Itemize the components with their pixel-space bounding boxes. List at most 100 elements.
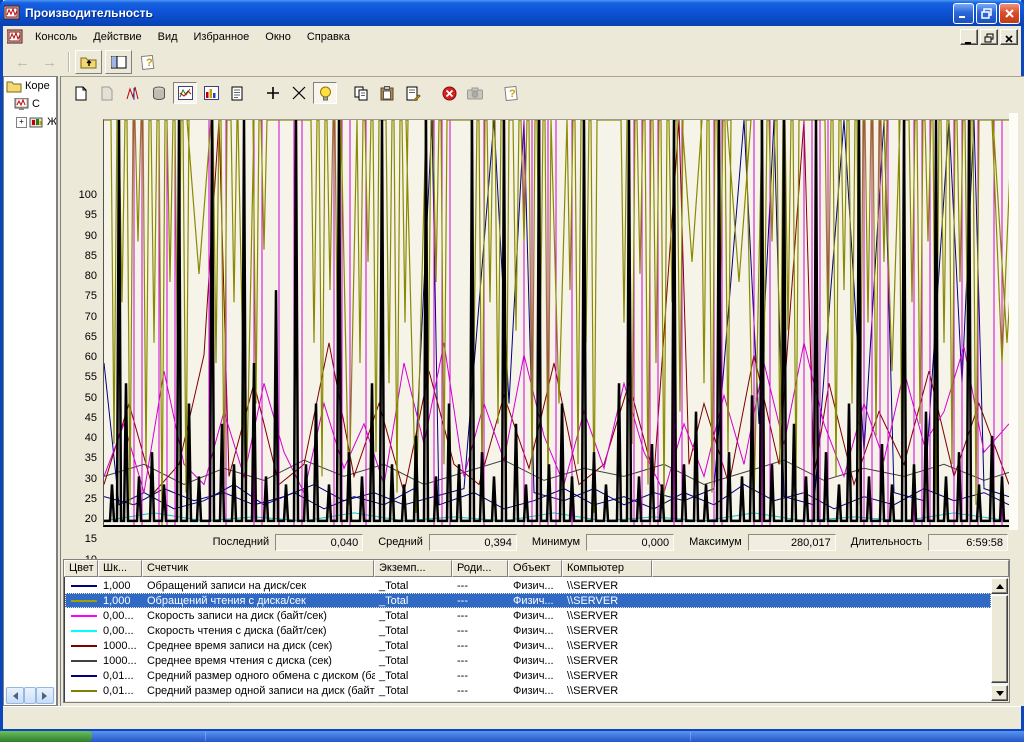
tree-scroll-thumb[interactable] bbox=[24, 687, 36, 704]
mdi-restore-button[interactable] bbox=[980, 29, 998, 45]
scale-cell: 1000... bbox=[99, 640, 143, 652]
counter-row-3[interactable]: 0,00...Скорость записи на диск (байт/сек… bbox=[65, 608, 991, 623]
menu-item-3[interactable]: Вид bbox=[150, 28, 186, 46]
system-monitor-pane: ? 10095908580757065605550454035302520151… bbox=[61, 76, 1024, 706]
y-tick-label: 25 bbox=[63, 493, 97, 505]
legend-column-6[interactable]: Объект bbox=[508, 560, 562, 577]
mdi-window-controls bbox=[960, 29, 1021, 45]
counter-row-6[interactable]: 1000...Среднее время чтения с диска (сек… bbox=[65, 653, 991, 668]
scroll-down-icon[interactable] bbox=[991, 685, 1008, 701]
help-icon[interactable]: ? bbox=[135, 50, 162, 74]
legend-scroll-thumb[interactable] bbox=[991, 595, 1008, 683]
computer-cell: \\SERVER bbox=[563, 595, 653, 607]
instance-cell: _Total bbox=[375, 625, 453, 637]
console-body: КореС+Ж ? 100959085807570656055504540353… bbox=[3, 76, 1021, 706]
paste-counter-icon[interactable] bbox=[375, 82, 399, 104]
menu-item-4[interactable]: Избранное bbox=[186, 28, 258, 46]
counter-row-8[interactable]: 0,01...Средний размер одной записи на ди… bbox=[65, 683, 991, 698]
sysmon-icon bbox=[14, 98, 29, 111]
copy-properties-icon[interactable] bbox=[349, 82, 373, 104]
console-tree-toggle-icon[interactable] bbox=[105, 50, 132, 74]
computer-cell: \\SERVER bbox=[563, 580, 653, 592]
counter-color-swatch bbox=[71, 690, 97, 692]
view-histogram-icon[interactable] bbox=[199, 82, 223, 104]
scale-cell: 0,00... bbox=[99, 610, 143, 622]
scale-cell: 0,00... bbox=[99, 625, 143, 637]
up-folder-icon[interactable] bbox=[75, 50, 102, 74]
menu-items: КонсольДействиеВидИзбранноеОкноСправка bbox=[27, 28, 358, 46]
legend-column-7[interactable]: Компьютер bbox=[562, 560, 652, 577]
object-cell: Физич... bbox=[509, 595, 563, 607]
counter-row-2[interactable]: 1,000Обращений чтения с диска/сек_Total-… bbox=[65, 593, 991, 608]
y-tick-label: 65 bbox=[63, 331, 97, 343]
properties-icon[interactable] bbox=[401, 82, 425, 104]
current-activity-icon[interactable] bbox=[121, 82, 145, 104]
plot-right-margin bbox=[1009, 113, 1018, 530]
legend-column-4[interactable]: Экземп... bbox=[374, 560, 452, 577]
tree-item-1[interactable]: Коре bbox=[4, 77, 56, 95]
counter-color-swatch bbox=[71, 660, 97, 662]
console-icon bbox=[7, 29, 23, 45]
instance-cell: _Total bbox=[375, 640, 453, 652]
computer-cell: \\SERVER bbox=[563, 655, 653, 667]
log-data-icon[interactable] bbox=[147, 82, 171, 104]
color-cell bbox=[65, 585, 99, 587]
view-report-icon[interactable] bbox=[225, 82, 249, 104]
mdi-minimize-button[interactable] bbox=[960, 29, 978, 45]
tree-item-label: С bbox=[32, 98, 40, 110]
close-button[interactable] bbox=[999, 3, 1020, 24]
scroll-right-icon[interactable] bbox=[36, 687, 54, 704]
highlight-icon[interactable] bbox=[313, 82, 337, 104]
legend-column-5[interactable]: Роди... bbox=[452, 560, 508, 577]
menu-item-1[interactable]: Консоль bbox=[27, 28, 85, 46]
delete-counter-icon[interactable] bbox=[287, 82, 311, 104]
scale-cell: 0,01... bbox=[99, 685, 143, 697]
menu-item-6[interactable]: Справка bbox=[299, 28, 358, 46]
scale-cell: 0,01... bbox=[99, 670, 143, 682]
scroll-left-icon[interactable] bbox=[6, 687, 24, 704]
tree-horizontal-scrollbar[interactable] bbox=[5, 687, 55, 704]
back-icon[interactable]: ← bbox=[9, 54, 36, 71]
object-cell: Физич... bbox=[509, 640, 563, 652]
counter-row-1[interactable]: 1,000Обращений записи на диск/сек_Total-… bbox=[65, 578, 991, 593]
legend-vertical-scrollbar[interactable] bbox=[991, 578, 1008, 701]
counter-color-swatch bbox=[71, 585, 97, 587]
clear-display-icon[interactable] bbox=[95, 82, 119, 104]
counter-row-5[interactable]: 1000...Среднее время записи на диск (сек… bbox=[65, 638, 991, 653]
counter-row-4[interactable]: 0,00...Скорость чтения с диска (байт/сек… bbox=[65, 623, 991, 638]
menu-item-5[interactable]: Окно bbox=[257, 28, 299, 46]
new-counter-set-icon[interactable] bbox=[69, 82, 93, 104]
legend-column-3[interactable]: Счетчик bbox=[142, 560, 374, 577]
legend-column-2[interactable]: Шк... bbox=[98, 560, 142, 577]
taskbar-separator bbox=[690, 732, 691, 741]
add-counters-icon[interactable] bbox=[261, 82, 285, 104]
object-cell: Физич... bbox=[509, 580, 563, 592]
tree-item-2[interactable]: С bbox=[4, 95, 56, 113]
restore-button[interactable] bbox=[976, 3, 997, 24]
tree-item-3[interactable]: +Ж bbox=[4, 113, 56, 131]
instance-cell: _Total bbox=[375, 595, 453, 607]
maximum-label: Максимум bbox=[689, 536, 742, 548]
help-icon[interactable]: ? bbox=[499, 82, 523, 104]
taskbar[interactable] bbox=[0, 731, 1024, 742]
forward-icon[interactable]: → bbox=[36, 54, 63, 71]
window-title: Производительность bbox=[25, 6, 951, 20]
view-graph-icon[interactable] bbox=[173, 82, 197, 104]
freeze-display-icon[interactable] bbox=[437, 82, 461, 104]
scroll-up-icon[interactable] bbox=[991, 578, 1008, 594]
parent-cell: --- bbox=[453, 640, 509, 652]
minimize-button[interactable] bbox=[953, 3, 974, 24]
start-button[interactable] bbox=[0, 731, 92, 742]
menu-item-2[interactable]: Действие bbox=[85, 28, 149, 46]
y-tick-label: 30 bbox=[63, 473, 97, 485]
color-cell bbox=[65, 690, 99, 692]
update-data-icon[interactable] bbox=[463, 82, 487, 104]
counter-row-7[interactable]: 0,01...Средний размер одного обмена с ди… bbox=[65, 668, 991, 683]
average-label: Средний bbox=[378, 536, 423, 548]
mdi-close-button[interactable] bbox=[1000, 29, 1018, 45]
color-cell bbox=[65, 645, 99, 647]
legend-column-1[interactable]: Цвет bbox=[64, 560, 98, 577]
duration-value: 6:59:58 bbox=[928, 534, 1008, 551]
expand-plus-icon[interactable]: + bbox=[16, 117, 27, 128]
desktop: Производительность КонсольДействиеВидИзб… bbox=[0, 0, 1024, 742]
